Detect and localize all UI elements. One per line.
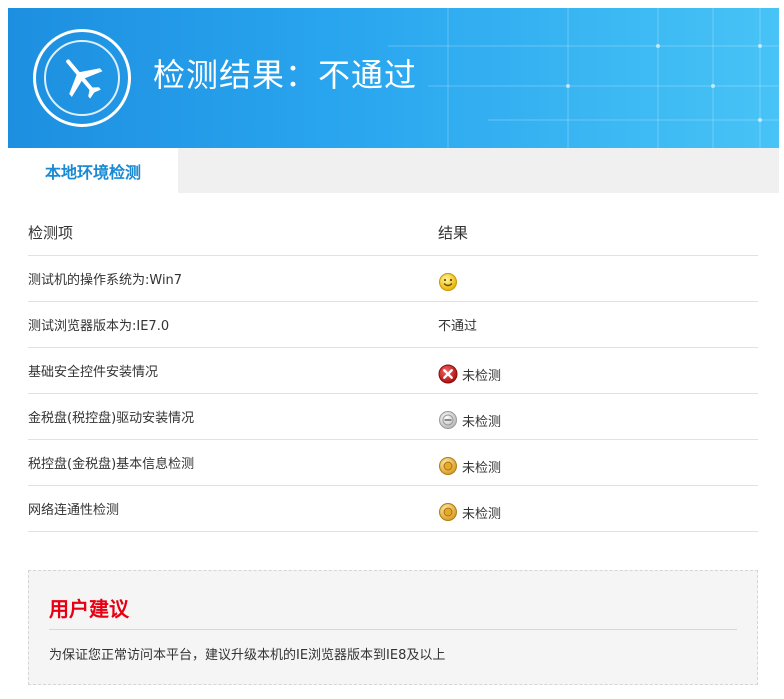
row-result: 未检测 <box>438 440 501 485</box>
table-row: 测试浏览器版本为:IE7.0 不通过 <box>28 302 758 348</box>
suggestion-divider <box>49 629 737 630</box>
row-item-label: 网络连通性检测 <box>28 503 120 518</box>
table-row: 金税盘(税控盘)驱动安装情况 未检测 <box>28 394 758 440</box>
row-item-label: 测试机的操作系统为:Win7 <box>28 273 183 288</box>
table-row: 税控盘(金税盘)基本信息检测 未检测 <box>28 440 758 486</box>
suggestion-title: 用户建议 <box>49 597 129 621</box>
row-item-label: 金税盘(税控盘)驱动安装情况 <box>28 411 195 426</box>
row-result-text: 未检测 <box>462 507 502 522</box>
table-header-row: 检测项 结果 <box>28 210 758 256</box>
airplane-icon <box>66 59 103 99</box>
page-title: 检测结果：不通过 <box>153 56 418 94</box>
row-result: 未检测 <box>438 486 501 531</box>
row-result <box>438 256 462 301</box>
row-result: 未检测 <box>438 348 501 393</box>
minus-circle-icon <box>438 410 458 430</box>
row-item-label: 税控盘(金税盘)基本信息检测 <box>28 457 195 472</box>
pending-circle-icon <box>438 456 458 476</box>
row-result-text: 不通过 <box>438 319 478 334</box>
table-row: 网络连通性检测 未检测 <box>28 486 758 532</box>
row-result-text: 未检测 <box>462 415 502 430</box>
detection-table: 检测项 结果 测试机的操作系统为:Win7 测试浏览器版本为:IE7.0 不通过… <box>28 210 758 532</box>
logo-ring <box>33 29 131 127</box>
table-row: 测试机的操作系统为:Win7 <box>28 256 758 302</box>
row-result: 不通过 <box>438 302 477 347</box>
user-suggestion-panel: 用户建议 为保证您正常访问本平台，建议升级本机的IE浏览器版本到IE8及以上 <box>28 570 758 685</box>
error-x-icon <box>438 364 458 384</box>
row-result: 未检测 <box>438 394 501 439</box>
column-header-result: 结果 <box>438 224 469 242</box>
header-banner: 检测结果：不通过 <box>8 8 779 148</box>
table-row: 基础安全控件安装情况 未检测 <box>28 348 758 394</box>
row-result-text: 未检测 <box>462 461 502 476</box>
smiley-icon <box>438 272 458 292</box>
row-item-label: 基础安全控件安装情况 <box>28 365 159 380</box>
tab-bar: 本地环境检测 <box>8 148 779 193</box>
detection-page: 检测结果：不通过 本地环境检测 检测项 结果 测试机的操作系统为:Win7 测试… <box>0 0 784 699</box>
column-header-item: 检测项 <box>28 224 74 242</box>
suggestion-text: 为保证您正常访问本平台，建议升级本机的IE浏览器版本到IE8及以上 <box>49 648 446 663</box>
row-item-label: 测试浏览器版本为:IE7.0 <box>28 319 170 334</box>
pending-circle-icon <box>438 502 458 522</box>
row-result-text: 未检测 <box>462 369 502 384</box>
tab-local-environment-check[interactable]: 本地环境检测 <box>8 148 178 193</box>
